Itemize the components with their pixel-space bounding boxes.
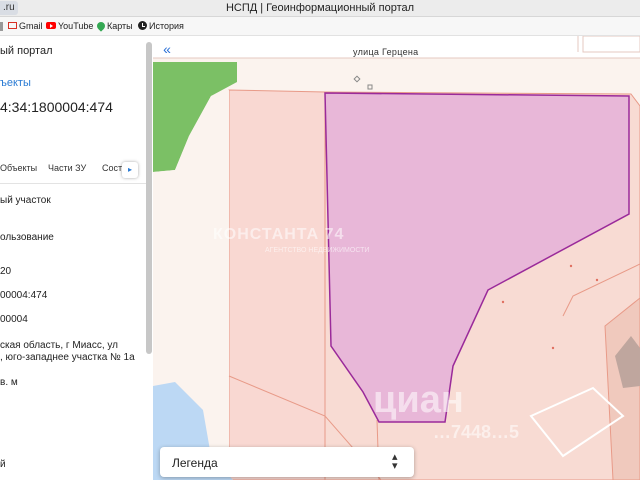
bookmark-youtube[interactable]: YouTube: [46, 20, 93, 33]
objects-link[interactable]: ъекты: [0, 77, 31, 89]
tab-parts[interactable]: Части ЗУ: [48, 163, 86, 173]
bookmarks-bar: Gmail YouTube Карты История: [0, 17, 640, 36]
bookmark-history[interactable]: История: [138, 20, 184, 33]
field-cad-quarter: 00004: [0, 314, 28, 325]
field-address-line2: , юго-западнее участка № 1а: [0, 352, 135, 363]
bookmark-partial[interactable]: [0, 20, 3, 33]
clock-icon: [138, 21, 147, 31]
map-point-4: [551, 346, 555, 350]
map-point-1: [569, 264, 573, 268]
bookmark-history-label: История: [149, 21, 184, 31]
portal-title: ый портал: [0, 45, 53, 57]
parcel-west[interactable]: [228, 89, 326, 480]
window-title: НСПД | Геоинформационный портал: [225, 2, 415, 14]
watermark-sub: АГЕНТСТВО НЕДВИЖИМОСТИ: [265, 247, 370, 254]
field-land-type: ый участок: [0, 195, 51, 206]
map-point-3: [595, 278, 599, 282]
street-label: улица Герцена: [353, 47, 419, 57]
field-status: й: [0, 459, 6, 470]
object-info-panel: ый портал ъекты 4:34:1800004:474 Объекты…: [0, 36, 153, 480]
map-marker-1: [353, 75, 361, 83]
watermark-phone: …7448…5: [433, 422, 520, 442]
bookmark-gmail[interactable]: Gmail: [8, 20, 43, 33]
bookmark-maps-label: Карты: [107, 21, 133, 31]
field-area: в. м: [0, 377, 18, 388]
cadastral-number: 4:34:1800004:474: [0, 99, 113, 115]
field-year: 20: [0, 266, 12, 277]
map-view[interactable]: « улица Герцена КОНСТАНТА 74 АГЕНТСТВО Н…: [153, 36, 640, 480]
tab-composition[interactable]: Сост: [102, 163, 122, 173]
tabs-next-arrow-icon[interactable]: ▸: [122, 162, 138, 178]
info-tabs: Объекты Части ЗУ Сост ▸: [0, 154, 150, 184]
collapse-panel-button[interactable]: «: [157, 42, 177, 58]
tab-objects[interactable]: Объекты: [0, 163, 37, 173]
legend-dropdown[interactable]: Легенда ▴ ▾: [160, 447, 414, 477]
field-cad-number: 00004:474: [0, 290, 48, 301]
bookmark-maps[interactable]: Карты: [95, 19, 133, 33]
legend-label: Легенда: [172, 456, 218, 470]
field-address-line1: ская область, г Миасс, ул: [0, 340, 119, 351]
maps-pin-icon: [95, 19, 107, 32]
watermark-brand: КОНСТАНТА 74: [213, 226, 345, 243]
map-marker-2: [367, 84, 373, 90]
watermark-cian: циан: [373, 379, 464, 421]
bookmark-youtube-label: YouTube: [58, 21, 94, 31]
chevron-updown-icon: ▴ ▾: [392, 451, 398, 472]
youtube-icon: [46, 22, 56, 30]
bookmark-gmail-label: Gmail: [19, 21, 43, 31]
field-usage: ользование: [0, 232, 54, 243]
map-point-2: [501, 300, 505, 304]
title-bar: .ru НСПД | Геоинформационный портал: [0, 0, 640, 17]
panel-scrollbar[interactable]: [146, 42, 152, 354]
gmail-icon: [8, 22, 17, 30]
browser-window: .ru НСПД | Геоинформационный портал Gmai…: [0, 0, 640, 480]
